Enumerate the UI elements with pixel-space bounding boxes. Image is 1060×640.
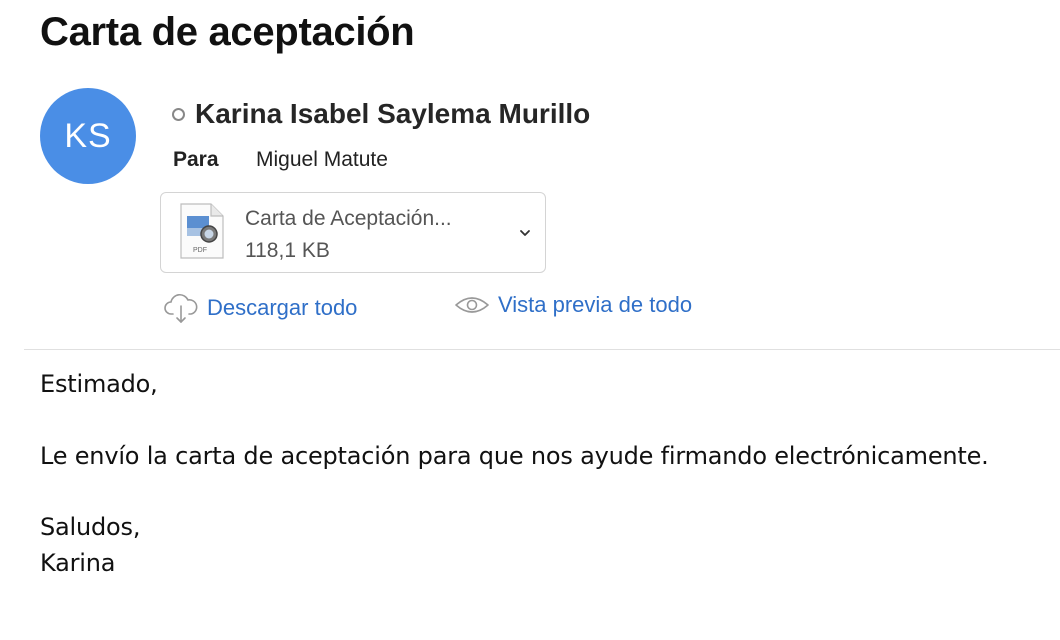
- eye-icon: [455, 297, 489, 313]
- divider: [24, 349, 1060, 350]
- attachment-name: Carta de Aceptación...: [245, 207, 452, 230]
- email-view: Carta de aceptación KS Karina Isabel Say…: [0, 0, 1060, 640]
- avatar-initials: KS: [64, 116, 112, 155]
- download-all-label: Descargar todo: [207, 295, 358, 320]
- body-signature: Karina: [40, 549, 116, 577]
- chevron-down-icon[interactable]: [519, 227, 531, 239]
- sender-row: Karina Isabel Saylema Murillo: [172, 96, 590, 132]
- sender-name[interactable]: Karina Isabel Saylema Murillo: [195, 98, 590, 130]
- recipient-name[interactable]: Miguel Matute: [256, 148, 388, 172]
- pdf-file-icon: PDF: [180, 203, 224, 259]
- avatar: KS: [40, 88, 136, 184]
- recipient-label: Para: [173, 148, 219, 171]
- download-all-button[interactable]: Descargar todo: [163, 292, 357, 324]
- preview-all-button[interactable]: Vista previa de todo: [454, 292, 692, 318]
- attachment-card[interactable]: PDF Carta de Aceptación... 118,1 KB: [160, 192, 546, 273]
- status-dot-icon: [172, 107, 185, 121]
- attachment-size: 118,1 KB: [245, 239, 330, 262]
- preview-all-label: Vista previa de todo: [498, 292, 693, 317]
- pdf-type-label: PDF: [193, 247, 207, 254]
- recipient-row: Para Miguel Matute: [173, 148, 388, 172]
- cloud-download-icon: [164, 294, 198, 323]
- body-greeting: Estimado,: [40, 370, 158, 398]
- body-closing: Saludos,: [40, 513, 141, 541]
- body-message: Le envío la carta de aceptación para que…: [40, 442, 989, 470]
- email-subject: Carta de aceptación: [40, 10, 415, 54]
